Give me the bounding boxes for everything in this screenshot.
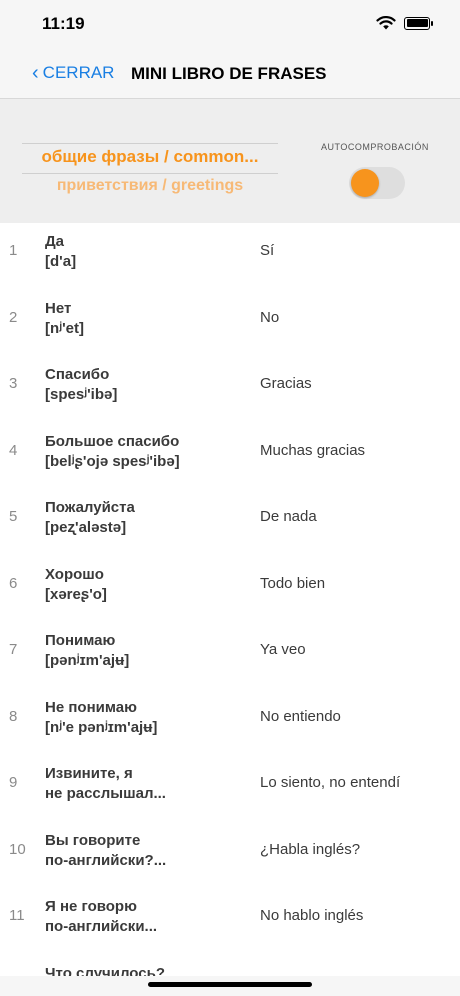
phrase-transcription: [spesʲ'ibə] [45, 386, 118, 403]
phrase-transcription: [peʐ'aləstə] [45, 519, 127, 536]
phrase-row[interactable]: 4 Большое спасибо [belʲʂ'ojə spesʲ'ibə] Muc… [0, 424, 460, 490]
home-indicator [148, 982, 312, 987]
phrase-russian: Нет [45, 299, 72, 317]
phrase-number: 7 [9, 641, 18, 658]
status-bar: 11:19 [0, 0, 460, 50]
phrase-transcription: не расслышал... [45, 785, 166, 802]
category-picker[interactable]: общие фразы / common... приветствия / gr… [22, 137, 278, 209]
phrase-number: 6 [9, 574, 18, 592]
phrase-transcription: [d'a] [45, 253, 77, 270]
page-title: MINI LIBRO DE FRASES [131, 64, 327, 83]
phrase-row[interactable]: 11 Я не говорю по-английски... No hablo ing… [0, 889, 460, 955]
autocheck-label: AUTOCOMPROBACIÓN [321, 142, 429, 152]
phrase-spanish: Gracias [260, 375, 312, 392]
picker-divider-bottom [22, 173, 278, 174]
phrase-row[interactable]: 10 Вы говорите по-английски?... ¿Habla ingl… [0, 823, 460, 889]
wifi-icon [376, 16, 396, 30]
phrase-row[interactable]: 8 Не понимаю [nʲ'e pənʲɪm'ajʉ] No entiendo [0, 690, 460, 756]
phrase-russian: Спасибо [45, 366, 110, 383]
chevron-left-icon: ‹ [32, 62, 39, 84]
nav-bar: ‹ CERRAR MINI LIBRO DE FRASES [0, 50, 460, 99]
status-time: 11:19 [42, 14, 85, 33]
phrase-number: 3 [9, 375, 18, 392]
phrase-number: 9 [9, 774, 18, 791]
phrase-number: 2 [9, 308, 18, 326]
phrase-transcription: [belʲʂ'ojə spesʲ'ibə] [45, 452, 180, 470]
phrase-transcription: [xəreʂ'o] [45, 585, 107, 603]
phrase-number: 10 [9, 840, 26, 858]
phrase-russian: Извините, я [45, 765, 133, 782]
phrase-number: 5 [9, 508, 18, 525]
phrase-spanish: Muchas gracias [260, 441, 366, 459]
autocheck-toggle[interactable] [349, 167, 405, 199]
phrase-russian: Да [45, 233, 65, 250]
phrase-spanish: Lo siento, no entendí [260, 774, 401, 791]
phrase-russian: Я не говорю [45, 898, 137, 915]
status-icons [376, 16, 433, 30]
phrase-russian: Что случилось? [45, 964, 165, 977]
phrase-russian: Большое спасибо [45, 432, 180, 450]
phrase-russian: Хорошо [45, 565, 104, 583]
phrase-spanish: No [260, 308, 280, 326]
phrase-row[interactable]: 3 Спасибо [spesʲ'ibə] Gracias [0, 357, 460, 423]
back-button[interactable]: ‹ CERRAR [32, 63, 114, 83]
phrase-number: 4 [9, 441, 18, 459]
phrase-row[interactable]: 2 Нет [nʲ'et] No [0, 291, 460, 357]
phrase-row[interactable]: 7 Понимаю [pənʲɪm'ajʉ] Ya veo [0, 623, 460, 689]
phrase-list: 1 Да [d'a] Sí 2 Нет [nʲ'et] No 3 Спасибо [spesʲ'ib… [0, 224, 460, 976]
phrase-russian: Пожалуйста [45, 499, 135, 516]
phrase-number: 1 [9, 242, 18, 259]
phrase-row[interactable]: 12Что случилось? [0, 956, 460, 977]
phrase-spanish: Todo bien [260, 574, 326, 592]
phrase-transcription: по-английски... [45, 918, 158, 935]
phrase-spanish: De nada [260, 508, 317, 525]
phrase-russian: Вы говорите [45, 831, 141, 849]
picker-divider-top [22, 143, 278, 144]
phrase-spanish: Ya veo [260, 641, 306, 658]
phrase-spanish: No hablo inglés [260, 907, 364, 924]
phrase-spanish: No entiendo [260, 707, 341, 725]
phrase-row[interactable]: 1 Да [d'a] Sí [0, 224, 460, 290]
phrase-russian: Понимаю [45, 632, 116, 649]
phrase-transcription: по-английски?... [45, 851, 167, 869]
back-label: CERRAR [42, 63, 115, 82]
phrase-russian: Не понимаю [45, 698, 137, 716]
controls-panel: общие фразы / common... приветствия / gr… [0, 99, 460, 223]
picker-next-option[interactable]: приветствия / greetings [22, 177, 278, 195]
phrase-transcription: [nʲ'e pənʲɪm'ajʉ] [45, 718, 158, 736]
phrase-row[interactable]: 6 Хорошо [xəreʂ'o] Todo bien [0, 557, 460, 623]
phrase-spanish: Sí [260, 242, 275, 259]
toggle-knob [351, 169, 379, 197]
picker-selected-option[interactable]: общие фразы / common... [22, 147, 278, 167]
phrase-number: 8 [9, 707, 18, 725]
battery-icon [404, 16, 433, 30]
phrase-transcription: [pənʲɪm'ajʉ] [45, 652, 130, 669]
phrase-number: 11 [9, 907, 25, 924]
phrase-row[interactable]: 9 Извините, я не расслышал... Lo siento, no… [0, 756, 460, 822]
phrase-transcription: [nʲ'et] [45, 319, 84, 337]
phrase-spanish: ¿Habla inglés? [260, 840, 361, 858]
phrase-row[interactable]: 5 Пожалуйста [peʐ'aləstə] De nada [0, 490, 460, 556]
